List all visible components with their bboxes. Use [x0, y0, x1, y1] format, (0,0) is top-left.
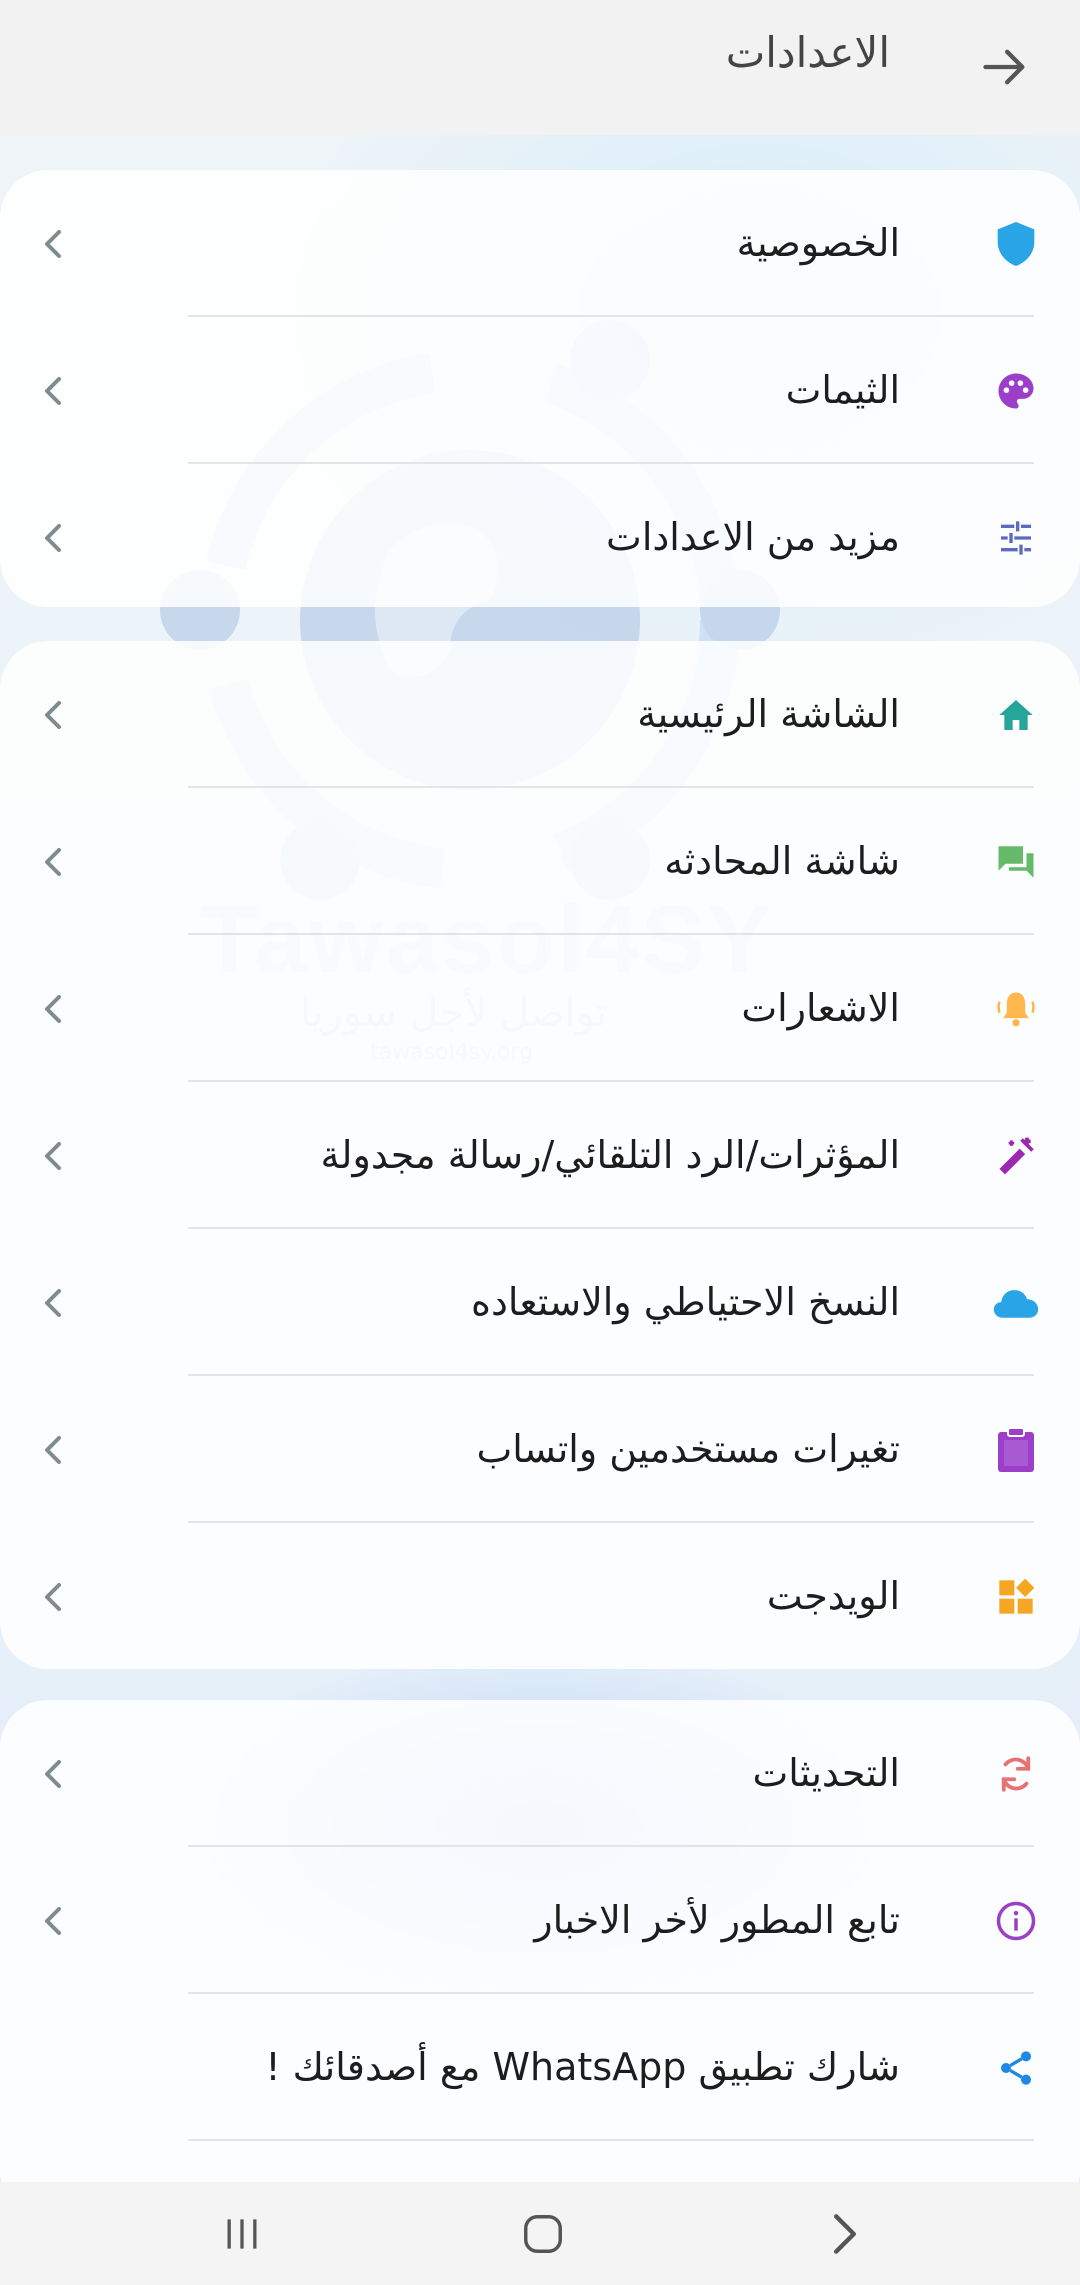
chevron-left-icon [38, 1432, 68, 1468]
settings-item-label: التحديثات [752, 1750, 900, 1795]
settings-card-about: التحديثات تابع المطور لأخر الاخبار شارك … [0, 1700, 1080, 2220]
settings-item-backup[interactable]: النسخ الاحتياطي والاستعاده [0, 1229, 1080, 1376]
shield-icon [992, 220, 1040, 268]
home-button[interactable] [503, 2202, 583, 2266]
sliders-icon [992, 514, 1040, 562]
widget-icon [992, 1573, 1040, 1621]
info-icon [992, 1897, 1040, 1945]
settings-item-themes[interactable]: الثيمات [0, 317, 1080, 464]
chevron-left-icon [38, 520, 68, 556]
settings-item-label: الشاشة الرئيسية [637, 691, 900, 736]
settings-item-chat-screen[interactable]: شاشة المحادثه [0, 788, 1080, 935]
settings-item-privacy[interactable]: الخصوصية [0, 170, 1080, 317]
settings-item-home-screen[interactable]: الشاشة الرئيسية [0, 641, 1080, 788]
settings-item-label: مزيد من الاعدادات [606, 514, 900, 559]
settings-item-label: شارك تطبيق WhatsApp مع أصدقائك ! [265, 2044, 900, 2089]
chevron-left-icon [38, 1285, 68, 1321]
settings-item-label: تغيرات مستخدمين واتساب [476, 1426, 900, 1471]
chat-icon [992, 838, 1040, 886]
settings-item-widget[interactable]: الويدجت [0, 1523, 1080, 1669]
share-icon [992, 2044, 1040, 2092]
chevron-left-icon [38, 1903, 68, 1939]
settings-card-features: الشاشة الرئيسية شاشة المحادثه الاشعارات [0, 641, 1080, 1669]
home-button-icon [524, 2215, 562, 2253]
system-nav-bar [0, 2182, 1080, 2285]
chevron-left-icon [38, 1756, 68, 1792]
page-title: الاعدادات [725, 28, 890, 77]
clipboard-icon [992, 1426, 1040, 1474]
settings-item-more-settings[interactable]: مزيد من الاعدادات [0, 464, 1080, 607]
settings-item-follow-developer[interactable]: تابع المطور لأخر الاخبار [0, 1847, 1080, 1994]
settings-item-label: شاشة المحادثه [664, 838, 900, 883]
back-button[interactable] [970, 32, 1040, 102]
chevron-left-icon [38, 226, 68, 262]
settings-item-label: الويدجت [766, 1573, 900, 1618]
recent-apps-icon [227, 2219, 257, 2249]
divider [188, 2139, 1034, 2141]
arrow-right-icon [983, 49, 1025, 85]
chevron-left-icon [38, 991, 68, 1027]
chevron-left-icon [38, 844, 68, 880]
settings-item-label: تابع المطور لأخر الاخبار [534, 1897, 900, 1942]
cloud-icon [992, 1279, 1040, 1327]
nav-back-icon [833, 2214, 856, 2254]
settings-item-user-changes[interactable]: تغيرات مستخدمين واتساب [0, 1376, 1080, 1523]
settings-item-share-app[interactable]: شارك تطبيق WhatsApp مع أصدقائك ! [0, 1994, 1080, 2141]
chevron-left-icon [38, 373, 68, 409]
app-bar: الاعدادات [0, 0, 1080, 135]
chevron-left-icon [38, 697, 68, 733]
bell-icon [992, 985, 1040, 1033]
recent-apps-button[interactable] [202, 2202, 282, 2266]
settings-item-label: المؤثرات/الرد التلقائي/رسالة مجدولة [320, 1132, 900, 1177]
palette-icon [992, 367, 1040, 415]
settings-card-general: الخصوصية الثيمات مزيد من الاعدادات [0, 170, 1080, 607]
settings-item-label: الثيمات [785, 367, 900, 412]
settings-item-notifications[interactable]: الاشعارات [0, 935, 1080, 1082]
chevron-left-icon [38, 1579, 68, 1615]
nav-back-button[interactable] [805, 2202, 885, 2266]
settings-item-label: الخصوصية [736, 220, 900, 265]
settings-item-label: الاشعارات [741, 985, 900, 1030]
chevron-left-icon [38, 1138, 68, 1174]
settings-item-effects[interactable]: المؤثرات/الرد التلقائي/رسالة مجدولة [0, 1082, 1080, 1229]
refresh-icon [992, 1750, 1040, 1798]
home-icon [992, 691, 1040, 739]
settings-item-label: النسخ الاحتياطي والاستعاده [471, 1279, 900, 1324]
magic-wand-icon [992, 1132, 1040, 1180]
settings-item-updates[interactable]: التحديثات [0, 1700, 1080, 1847]
